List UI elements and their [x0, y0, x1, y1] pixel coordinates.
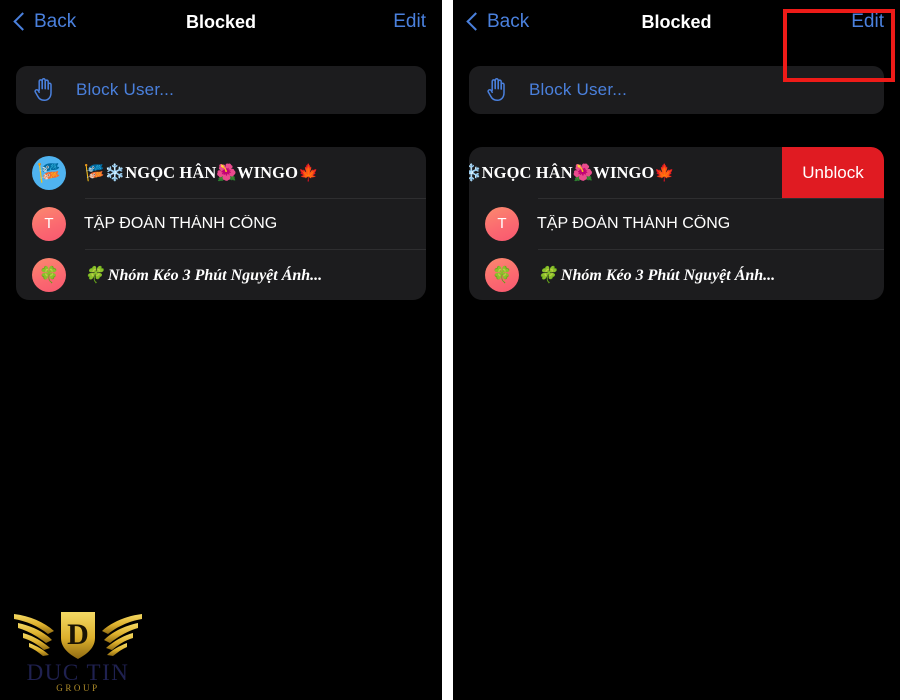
- avatar: 🍀: [32, 257, 66, 292]
- blocked-user-name: 🎏❄️NGỌC HÂN🌺WINGO🍁: [84, 162, 319, 182]
- raised-hand-icon: [485, 77, 509, 103]
- svg-text:GROUP: GROUP: [56, 683, 100, 693]
- back-button[interactable]: Back: [466, 11, 530, 33]
- right-phone-screen: Back Blocked Edit Block User... ❄️NGỌC H…: [453, 0, 900, 700]
- blocked-user-name: 🍀 Nhóm Kéo 3 Phút Nguyệt Ánh...: [537, 266, 776, 284]
- ductin-group-logo: D DUC TIN GROUP: [8, 598, 148, 694]
- back-button[interactable]: Back: [13, 11, 77, 33]
- chevron-left-icon: [466, 12, 485, 31]
- avatar: T: [32, 206, 66, 241]
- blocked-user-name: ❄️NGỌC HÂN🌺WINGO🍁: [469, 162, 676, 182]
- navigation-bar: Back Blocked Edit: [453, 0, 900, 44]
- panel-divider: [442, 0, 453, 700]
- left-phone-screen: Back Blocked Edit Block User... 🎏 🎏❄️NGỌ…: [0, 0, 442, 700]
- edit-button[interactable]: Edit: [851, 11, 884, 33]
- avatar: T: [485, 206, 519, 241]
- block-user-button[interactable]: Block User...: [16, 66, 426, 114]
- block-user-label: Block User...: [529, 80, 628, 99]
- svg-text:D: D: [67, 618, 89, 651]
- unblock-button[interactable]: Unblock: [782, 147, 884, 198]
- avatar: 🎏: [32, 155, 66, 190]
- table-row[interactable]: 🎏 🎏❄️NGỌC HÂN🌺WINGO🍁: [16, 147, 426, 198]
- blocked-users-list: 🎏 🎏❄️NGỌC HÂN🌺WINGO🍁 T TẬP ĐOÀN THÀNH CÔ…: [16, 147, 426, 300]
- screenshot-stage: Back Blocked Edit Block User... 🎏 🎏❄️NGỌ…: [0, 0, 900, 700]
- navigation-bar: Back Blocked Edit: [0, 0, 442, 44]
- raised-hand-icon: [32, 77, 56, 103]
- chevron-left-icon: [13, 12, 32, 31]
- blocked-user-name: 🍀 Nhóm Kéo 3 Phút Nguyệt Ánh...: [84, 266, 323, 284]
- table-row[interactable]: 🍀 🍀 Nhóm Kéo 3 Phút Nguyệt Ánh...: [469, 249, 884, 300]
- avatar-initial: T: [497, 215, 507, 232]
- block-user-button[interactable]: Block User...: [469, 66, 884, 114]
- svg-text:DUC TIN: DUC TIN: [27, 660, 130, 685]
- back-button-label: Back: [487, 11, 530, 32]
- blocked-user-name: TẬP ĐOÀN THÀNH CÔNG: [84, 214, 278, 232]
- table-row[interactable]: 🍀 🍀 Nhóm Kéo 3 Phút Nguyệt Ánh...: [16, 249, 426, 300]
- table-row-swiped[interactable]: ❄️NGỌC HÂN🌺WINGO🍁 Unblock: [469, 147, 884, 198]
- edit-button[interactable]: Edit: [393, 11, 426, 33]
- back-button-label: Back: [34, 11, 77, 32]
- table-row[interactable]: T TẬP ĐOÀN THÀNH CÔNG: [16, 198, 426, 249]
- table-row[interactable]: T TẬP ĐOÀN THÀNH CÔNG: [469, 198, 884, 249]
- blocked-users-list: ❄️NGỌC HÂN🌺WINGO🍁 Unblock T TẬP ĐOÀN THÀ…: [469, 147, 884, 300]
- blocked-user-name: TẬP ĐOÀN THÀNH CÔNG: [537, 214, 731, 232]
- avatar-initial: T: [44, 215, 54, 232]
- avatar: 🍀: [485, 257, 519, 292]
- block-user-label: Block User...: [76, 80, 175, 99]
